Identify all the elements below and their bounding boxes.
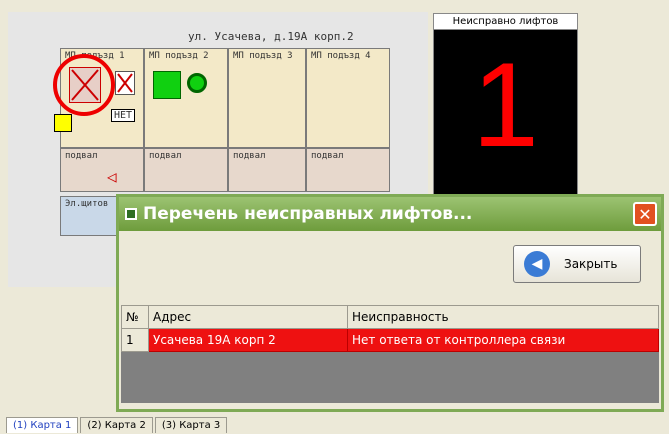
faulty-elevators-panel: Неисправно лифтов 1 [433,13,578,200]
faulty-elevators-dialog: Перечень неисправных лифтов... ✕ ◀ Закры… [116,194,664,412]
close-button[interactable]: ◀ Закрыть [513,245,641,283]
no-connection-badge: НЕТ [111,109,136,122]
basement-label-4: подвал [311,151,344,161]
basement-cell-4[interactable]: подвал [306,148,390,192]
basement-cell-2[interactable]: подвал [144,148,228,192]
dialog-title: Перечень неисправных лифтов... [143,204,473,224]
entry-label-3: МП подъзд 3 [233,51,293,61]
entry-cell-3[interactable]: МП подъзд 3 [228,48,306,148]
tab-map-3[interactable]: (3) Карта 3 [154,417,228,433]
street-label: ул. Усачева, д.19А корп.2 [188,30,354,43]
col-nr[interactable]: № [121,305,149,329]
basement-label-3: подвал [233,151,266,161]
tab-map-1[interactable]: (1) Карта 1 [6,417,79,433]
controller-ok-icon[interactable] [187,73,207,93]
dialog-close-x-button[interactable]: ✕ [633,202,657,226]
back-arrow-icon: ◀ [524,251,550,277]
map-tabs: (1) Карта 1 (2) Карта 2 (3) Карта 3 [6,417,229,433]
faulty-elevators-count: 1 [472,38,539,172]
shield-label: Эл.щитов [65,199,109,209]
entry-label-4: МП подъзд 4 [311,51,371,61]
speaker-icon[interactable]: ◁ [107,167,117,186]
entry-cell-1[interactable]: МП подъзд 1 НЕТ [53,48,144,148]
faults-table: № Адрес Неисправность 1 Усачева 19А корп… [121,305,659,403]
entry-label-2: МП подъзд 2 [149,51,209,61]
elevator-ok-icon[interactable] [153,71,181,99]
close-button-label: Закрыть [564,257,618,271]
close-icon: ✕ [638,204,652,224]
entry-cell-4[interactable]: МП подъзд 4 [306,48,390,148]
col-address[interactable]: Адрес [148,305,348,329]
basement-cell-3[interactable]: подвал [228,148,306,192]
col-fault[interactable]: Неисправность [347,305,659,329]
basement-cell-1[interactable]: подвал ◁ [60,148,144,192]
entry-cell-2[interactable]: МП подъзд 2 [144,48,228,148]
broken-controller-icon[interactable] [115,71,135,95]
table-row[interactable]: 1 Усачева 19А корп 2 Нет ответа от контр… [121,328,659,352]
alarm-circle-icon [53,54,115,116]
faulty-elevators-header: Неисправно лифтов [434,14,577,30]
basement-label-1: подвал [65,151,98,161]
cell-nr: 1 [121,328,149,352]
dialog-titlebar[interactable]: Перечень неисправных лифтов... ✕ [119,197,661,231]
basement-label-2: подвал [149,151,182,161]
cell-address: Усачева 19А корп 2 [148,328,348,352]
cell-fault: Нет ответа от контроллера связи [347,328,659,352]
tab-map-2[interactable]: (2) Карта 2 [80,417,153,433]
app-icon [125,208,137,220]
yellow-sensor-icon[interactable] [54,114,72,132]
